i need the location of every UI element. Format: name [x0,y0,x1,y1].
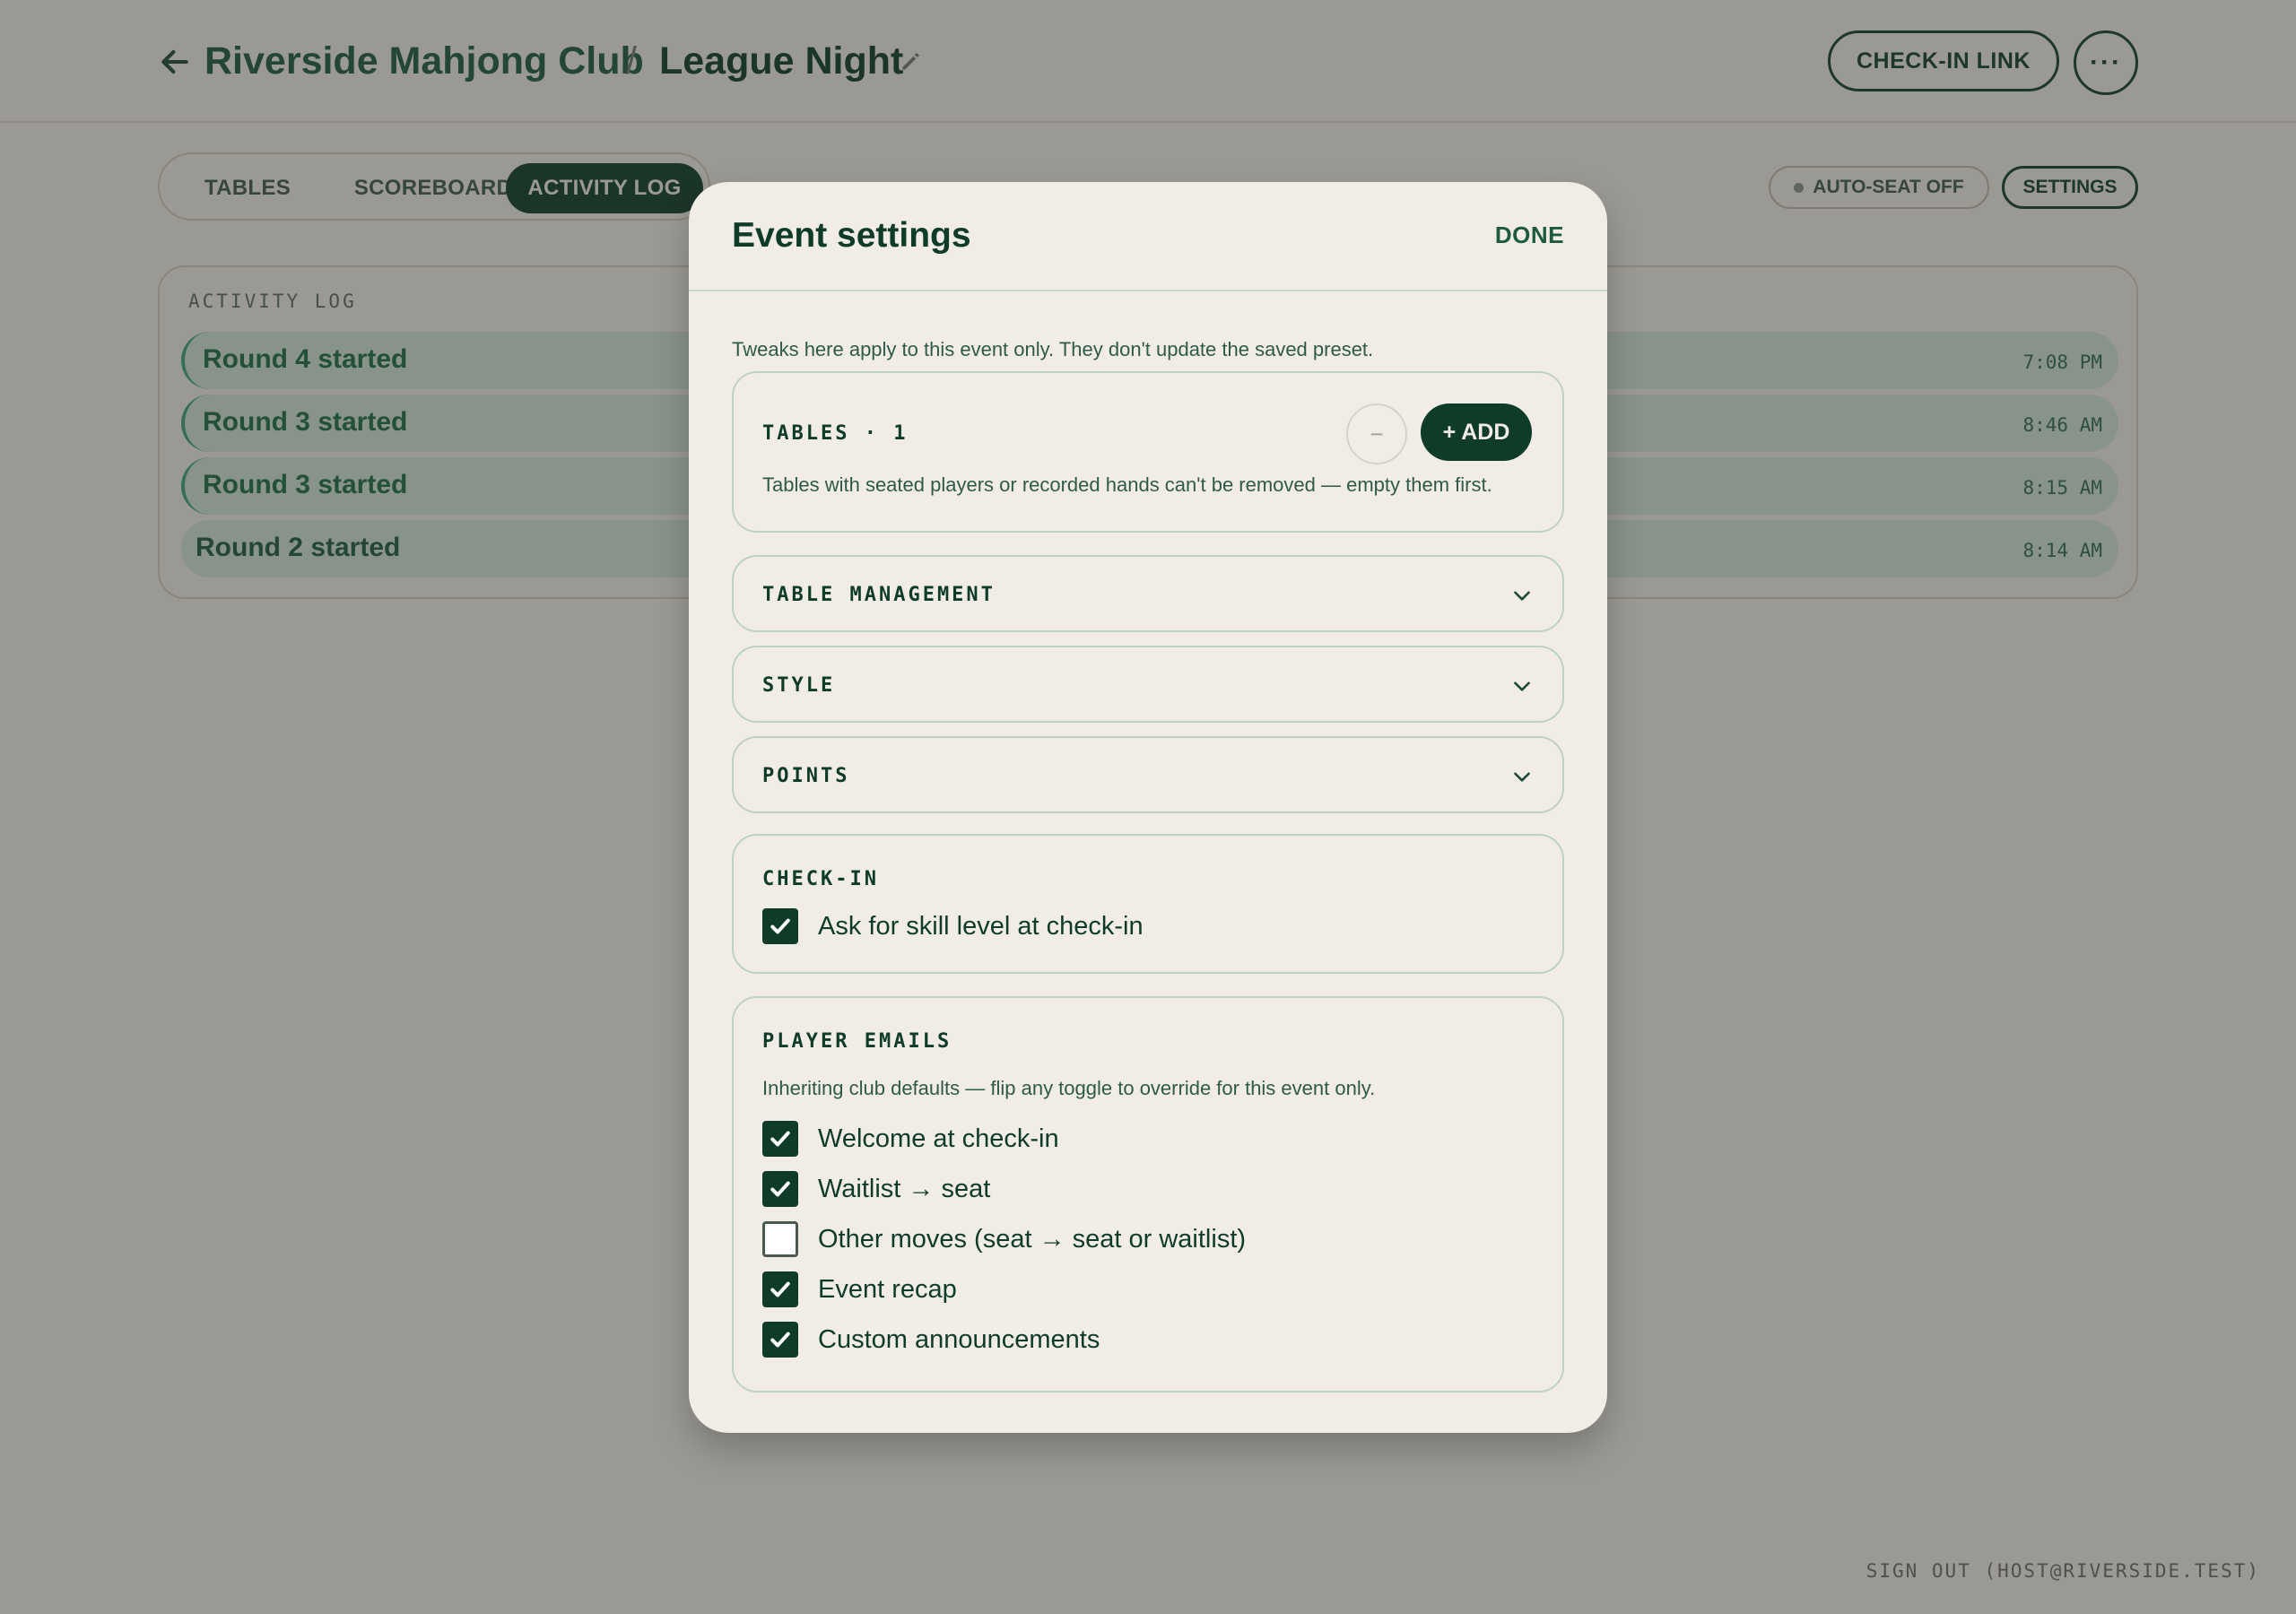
checkbox-checked[interactable] [762,1322,798,1358]
table-management-label: TABLE MANAGEMENT [762,584,996,606]
event-settings-modal: Event settings DONE Tweaks here apply to… [689,182,1607,1433]
chevron-down-icon [1514,681,1530,691]
chevron-down-icon [1514,591,1530,601]
checkbox-label: Waitlist → seat [818,1174,991,1203]
checkbox-label: Welcome at check-in [818,1124,1059,1153]
checkmark-icon [770,1131,790,1147]
style-label: STYLE [762,674,836,697]
points-label: POINTS [762,765,850,787]
checkmark-icon [770,1332,790,1348]
modal-note: Tweaks here apply to this event only. Th… [732,338,1374,360]
player-emails-label: PLAYER EMAILS [762,1030,952,1053]
player-emails-section: PLAYER EMAILS Inheriting club defaults —… [732,996,1564,1393]
points-section[interactable]: POINTS [732,736,1564,813]
player-emails-help-text: Inheriting club defaults — flip any togg… [762,1077,1376,1099]
checkbox-checked[interactable] [762,1121,798,1157]
checkbox-label: Ask for skill level at check-in [818,911,1144,941]
style-section[interactable]: STYLE [732,646,1564,723]
checkmark-icon [770,1281,790,1297]
checkbox-checked[interactable] [762,1271,798,1307]
checkin-section: CHECK-IN Ask for skill level at check-in [732,834,1564,974]
checkmark-icon [770,1181,790,1197]
checkbox-checked[interactable] [762,1171,798,1207]
checkbox-label: Event recap [818,1274,957,1304]
checkbox-label: Custom announcements [818,1324,1100,1354]
table-management-section[interactable]: TABLE MANAGEMENT [732,555,1564,632]
modal-divider [689,290,1607,291]
add-table-button[interactable]: + ADD [1421,404,1532,461]
checkbox-label: Other moves (seat → seat or waitlist) [818,1224,1247,1254]
skill-level-checkbox-row[interactable]: Ask for skill level at check-in [762,907,1144,945]
done-button[interactable]: DONE [1495,221,1564,249]
tables-count-label: TABLES · 1 [762,422,909,445]
remove-table-button[interactable]: − [1346,404,1407,464]
email-option-row[interactable]: Other moves (seat → seat or waitlist) [762,1220,1246,1258]
tables-help-text: Tables with seated players or recorded h… [762,473,1492,496]
email-option-row[interactable]: Event recap [762,1271,957,1308]
email-option-row[interactable]: Custom announcements [762,1321,1100,1358]
chevron-down-icon [1514,772,1530,782]
email-option-row[interactable]: Welcome at check-in [762,1120,1059,1158]
email-option-row[interactable]: Waitlist → seat [762,1170,990,1208]
checkmark-icon [770,918,790,934]
tables-section: TABLES · 1 − + ADD Tables with seated pl… [732,371,1564,533]
checkin-label: CHECK-IN [762,868,879,890]
modal-title: Event settings [732,216,971,255]
checkbox-checked[interactable] [762,908,798,944]
checkbox-unchecked[interactable] [762,1221,798,1257]
